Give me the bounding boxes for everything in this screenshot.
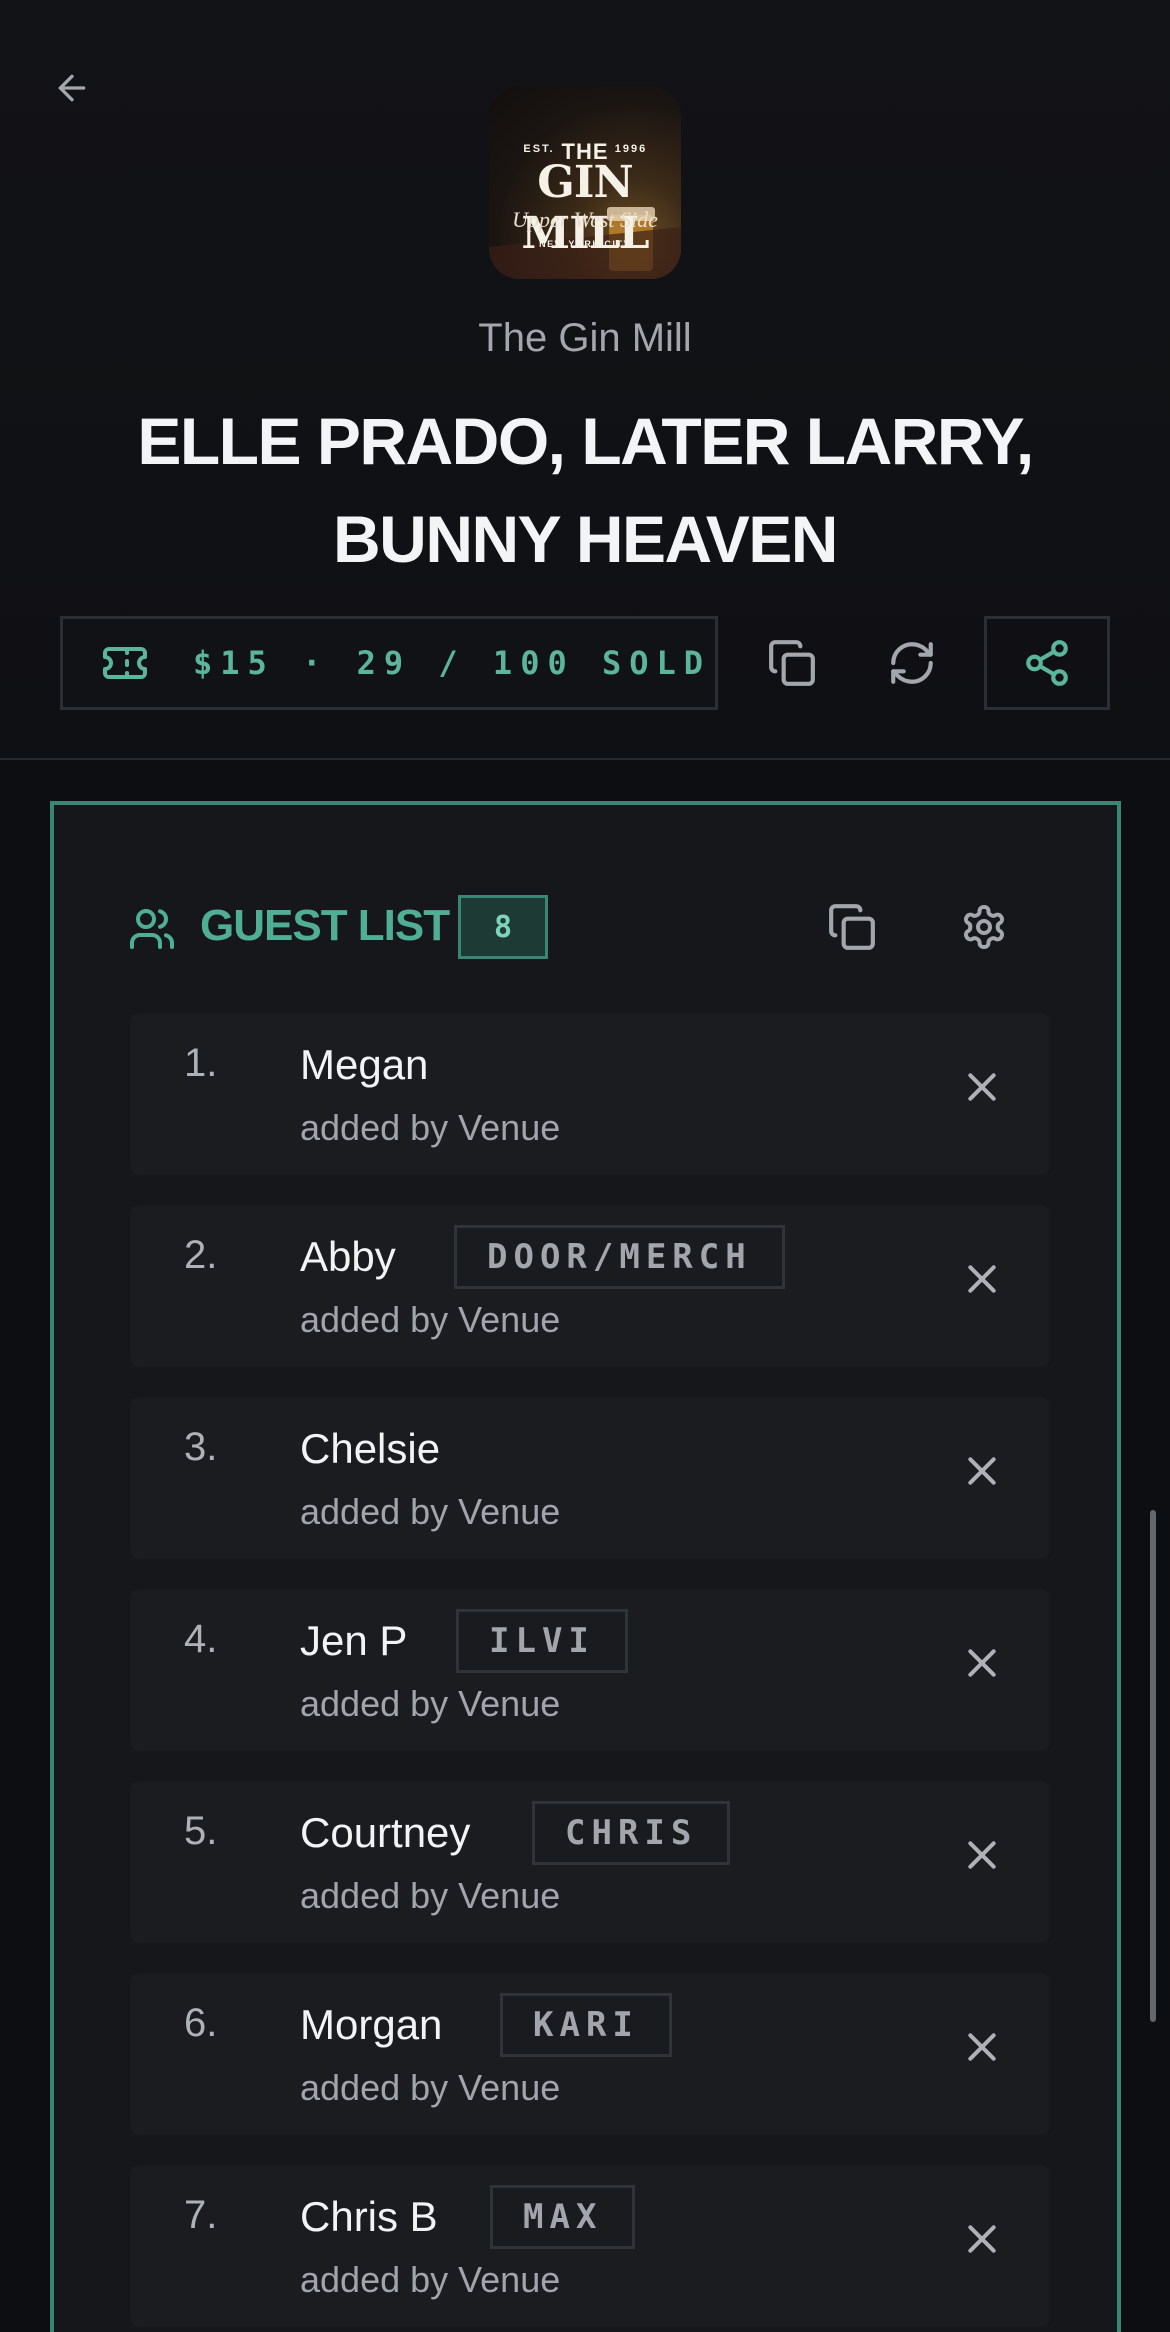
close-icon <box>968 1073 996 1101</box>
guest-tag: DOOR/MERCH <box>454 1225 785 1289</box>
guest-added-by: added by Venue <box>300 2067 561 2108</box>
remove-guest-button[interactable] <box>950 2207 1014 2271</box>
guest-added-by: added by Venue <box>300 2259 561 2300</box>
remove-guest-button[interactable] <box>950 1823 1014 1887</box>
guest-number: 2. <box>184 1233 218 1277</box>
guest-name: Chris B <box>300 2193 438 2240</box>
guest-added-by: added by Venue <box>300 1107 561 1148</box>
guest-list-title: GUEST LIST <box>200 901 450 950</box>
guest-name: Abby <box>300 1233 396 1280</box>
guest-tag: MAX <box>490 2185 636 2249</box>
copy-guest-list-button[interactable] <box>812 887 892 967</box>
guest-row: 2. Abby DOOR/MERCH added by Venue <box>130 1205 1050 1367</box>
guest-list-settings-button[interactable] <box>944 887 1024 967</box>
guest-number: 3. <box>184 1425 218 1469</box>
remove-guest-button[interactable] <box>950 1247 1014 1311</box>
close-icon <box>968 1841 996 1869</box>
guest-number: 7. <box>184 2193 218 2237</box>
guest-tag: CHRIS <box>532 1801 731 1865</box>
close-icon <box>968 1649 996 1677</box>
copy-event-button[interactable] <box>752 623 832 703</box>
event-title: ELLE PRADO, LATER LARRY, BUNNY HEAVEN <box>137 404 1034 576</box>
refresh-button[interactable] <box>872 623 952 703</box>
remove-guest-button[interactable] <box>950 2015 1014 2079</box>
copy-icon <box>769 640 815 686</box>
share-icon <box>1026 640 1068 686</box>
guest-row: 7. Chris B MAX added by Venue <box>130 2165 1050 2327</box>
guest-added-by: added by Venue <box>300 1491 561 1532</box>
scrollbar[interactable] <box>1150 1510 1156 2022</box>
guest-name: Jen P <box>300 1617 408 1664</box>
back-button[interactable] <box>44 60 100 116</box>
guest-tag: KARI <box>500 1993 672 2057</box>
close-icon <box>968 1265 996 1293</box>
logo-city: NEW YORK CITY <box>539 239 631 249</box>
copy-icon <box>829 904 875 950</box>
venue-logo: EST. 1996 THE GIN MILL Upper West Side N… <box>489 87 681 279</box>
guest-count-badge: 8 <box>458 895 548 959</box>
remove-guest-button[interactable] <box>950 1055 1014 1119</box>
venue-name: The Gin Mill <box>478 316 692 360</box>
guest-row: 1. Megan added by Venue <box>130 1013 1050 1175</box>
guest-name: Megan <box>300 1041 429 1088</box>
guest-row: 6. Morgan KARI added by Venue <box>130 1973 1050 2135</box>
remove-guest-button[interactable] <box>950 1439 1014 1503</box>
guest-row: 5. Courtney CHRIS added by Venue <box>130 1781 1050 1943</box>
guest-name: Chelsie <box>300 1425 441 1472</box>
close-icon <box>968 2225 996 2253</box>
ticket-summary-text: $15 · 29 / 100 SOLD <box>193 644 712 682</box>
guest-tag: ILVI <box>456 1609 628 1673</box>
guest-added-by: added by Venue <box>300 1875 561 1916</box>
close-icon <box>968 2033 996 2061</box>
guest-name: Courtney <box>300 1809 471 1856</box>
guest-added-by: added by Venue <box>300 1683 561 1724</box>
ticket-summary-button[interactable]: $15 · 29 / 100 SOLD <box>60 616 718 710</box>
event-header: EST. 1996 THE GIN MILL Upper West Side N… <box>0 0 1170 760</box>
users-icon <box>128 905 176 958</box>
guest-name: Morgan <box>300 2001 443 2048</box>
remove-guest-button[interactable] <box>950 1631 1014 1695</box>
guest-list: 1. Megan added by Venue 2. Abby DOOR/MER… <box>130 1013 1050 2332</box>
guest-number: 4. <box>184 1617 218 1661</box>
refresh-icon <box>891 642 933 684</box>
guest-added-by: added by Venue <box>300 1299 561 1340</box>
arrow-left-icon <box>58 74 86 102</box>
close-icon <box>968 1457 996 1485</box>
guest-number: 6. <box>184 2001 218 2045</box>
guest-number: 1. <box>184 1041 218 1085</box>
logo-subtitle: Upper West Side <box>512 207 658 232</box>
gear-icon <box>964 905 1004 949</box>
guest-row: 4. Jen P ILVI added by Venue <box>130 1589 1050 1751</box>
guest-list-panel: GUEST LIST 8 1. Megan added by Venue 2. … <box>50 801 1121 2332</box>
ticket-icon <box>103 647 147 679</box>
guest-row: 3. Chelsie added by Venue <box>130 1397 1050 1559</box>
guest-number: 5. <box>184 1809 218 1853</box>
share-button[interactable] <box>984 616 1110 710</box>
